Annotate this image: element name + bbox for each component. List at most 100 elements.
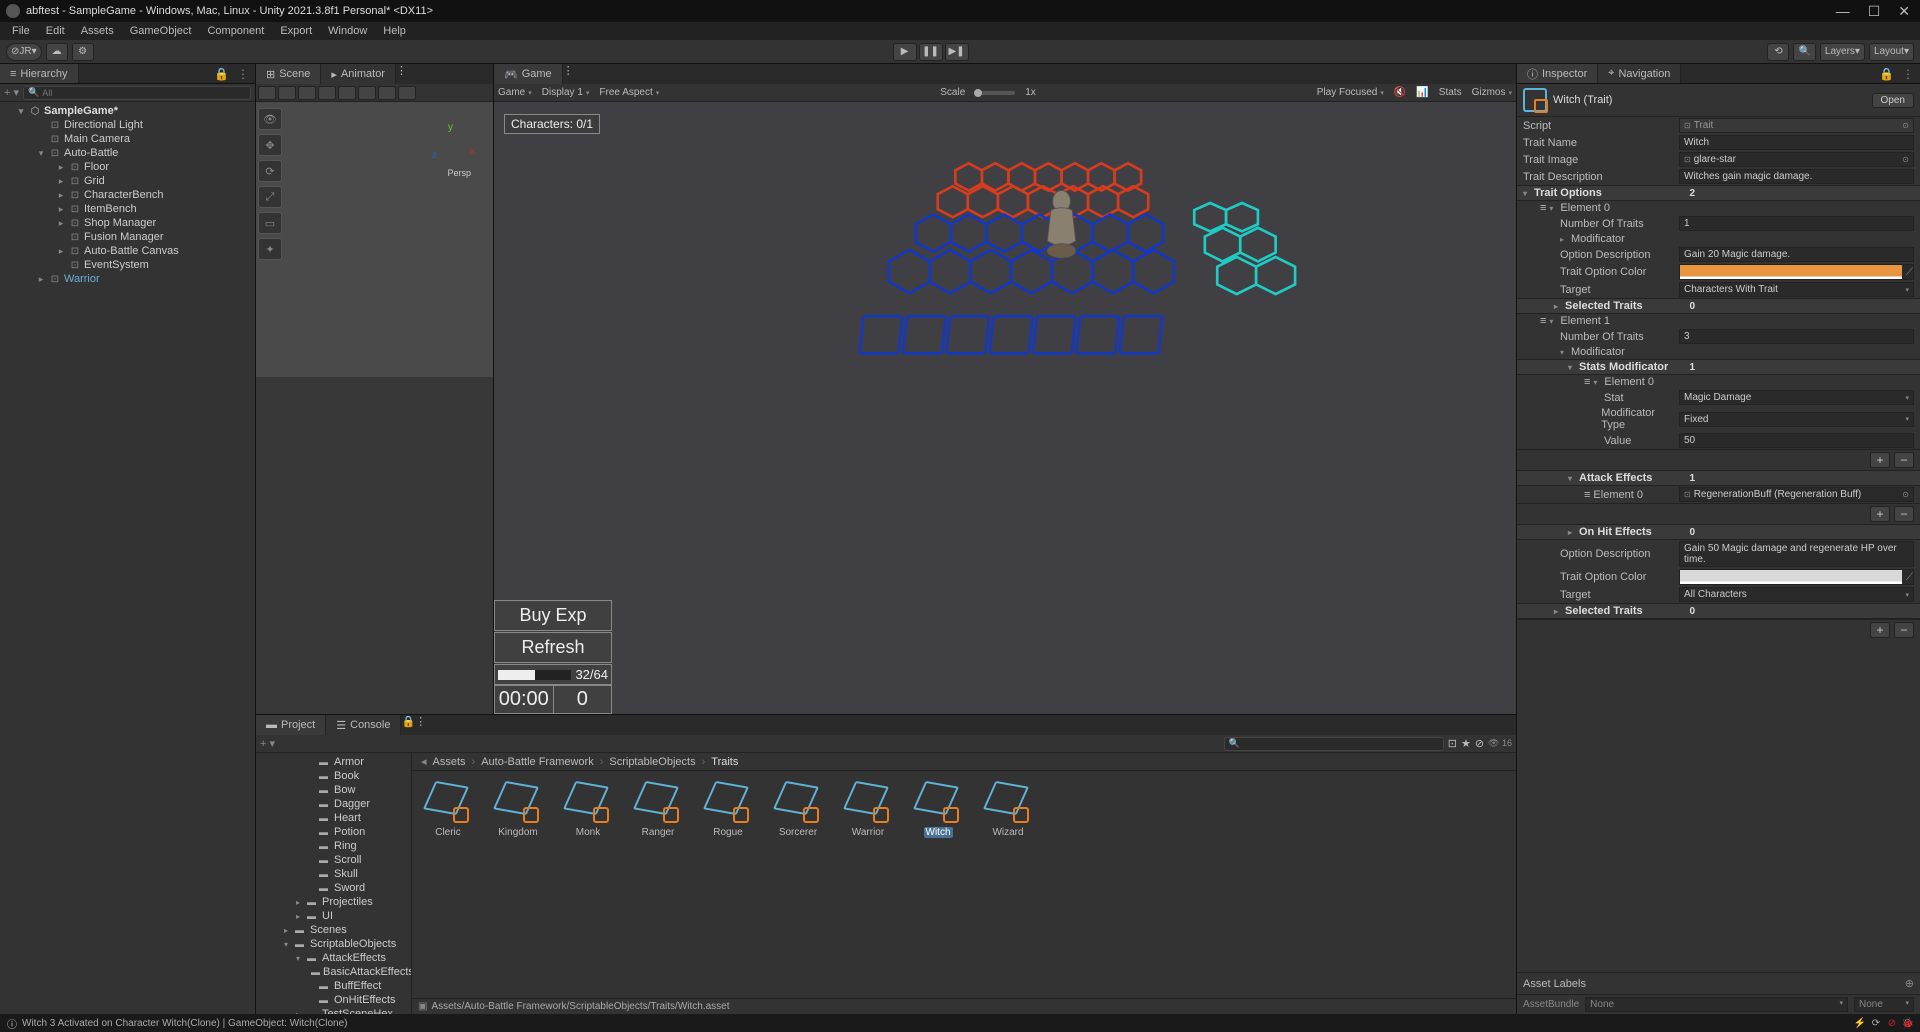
- inspector-menu-icon[interactable]: ⋮: [1902, 67, 1914, 81]
- settings-button[interactable]: ⚙: [72, 43, 94, 61]
- layers-dropdown[interactable]: Layers ▾: [1820, 43, 1865, 61]
- project-create-button[interactable]: + ▾: [260, 737, 275, 750]
- gizmo-button[interactable]: [378, 86, 396, 100]
- hierarchy-menu-icon[interactable]: ⋮: [237, 67, 249, 81]
- breadcrumb-back-icon[interactable]: ◂: [418, 755, 430, 768]
- asset-item[interactable]: Sorcerer: [772, 781, 824, 838]
- hierarchy-lock-icon[interactable]: 🔒: [214, 67, 229, 81]
- 2d-button[interactable]: [298, 86, 316, 100]
- stat-dropdown[interactable]: Magic Damage: [1679, 390, 1914, 405]
- asset-item[interactable]: Witch: [912, 781, 964, 838]
- scene-view[interactable]: 👁 ✥ ⟳ ⤢ ▭ ✦ y x z Persp: [256, 102, 493, 714]
- menu-assets[interactable]: Assets: [73, 25, 122, 37]
- gizmos-dropdown[interactable]: Gizmos: [1472, 87, 1512, 98]
- shading-button[interactable]: [278, 86, 296, 100]
- rect-tool-icon[interactable]: ▭: [258, 212, 282, 234]
- menu-edit[interactable]: Edit: [38, 25, 73, 37]
- project-filter-icon[interactable]: ⊡: [1448, 737, 1457, 750]
- scene-menu-icon[interactable]: ⋮: [396, 65, 407, 77]
- hierarchy-item[interactable]: ▸⊡Warrior: [0, 272, 255, 286]
- project-folder[interactable]: ▬BuffEffect: [256, 979, 411, 993]
- hierarchy-item[interactable]: ▾⬡SampleGame*: [0, 104, 255, 118]
- audio-button[interactable]: [338, 86, 356, 100]
- asset-item[interactable]: Ranger: [632, 781, 684, 838]
- project-folder[interactable]: ▬Heart: [256, 811, 411, 825]
- game-menu-icon[interactable]: ⋮: [563, 65, 574, 77]
- maximize-icon[interactable]: ☐: [1868, 3, 1881, 20]
- el1-num-traits[interactable]: 3: [1679, 329, 1914, 344]
- console-tab[interactable]: ☰ Console: [326, 715, 401, 735]
- assetbundle-name-dropdown[interactable]: None: [1585, 997, 1848, 1012]
- status-refresh-icon[interactable]: ⟳: [1870, 1017, 1882, 1029]
- project-folder[interactable]: ▸▬Projectiles: [256, 895, 411, 909]
- menu-file[interactable]: File: [4, 25, 38, 37]
- scene-tab[interactable]: ⊞ Scene: [256, 64, 321, 84]
- step-button[interactable]: ▶❚: [945, 43, 969, 61]
- animator-tab[interactable]: ▸ Animator: [321, 64, 396, 84]
- project-breadcrumb[interactable]: ◂ Assets› Auto-Battle Framework› Scripta…: [412, 753, 1516, 771]
- project-menu-icon[interactable]: ⋮: [415, 716, 426, 728]
- close-icon[interactable]: ✕: [1898, 3, 1910, 20]
- stats-label[interactable]: Stats: [1439, 87, 1462, 98]
- trait-image-field[interactable]: glare-star: [1679, 152, 1914, 167]
- project-folder[interactable]: ▬Ring: [256, 839, 411, 853]
- hierarchy-item[interactable]: ▸⊡Auto-Battle Canvas: [0, 244, 255, 258]
- hierarchy-item[interactable]: ▸⊡CharacterBench: [0, 188, 255, 202]
- project-asset-grid[interactable]: Cleric Kingdom Monk Ranger Rogue Sorcerer Warr…: [412, 771, 1516, 998]
- game-view[interactable]: Characters: 0/1: [494, 102, 1516, 714]
- project-folder[interactable]: ▾▬AttackEffects: [256, 951, 411, 965]
- trait-description-field[interactable]: Witches gain magic damage.: [1679, 169, 1914, 184]
- asset-labels-tag-icon[interactable]: ⊕: [1905, 977, 1914, 990]
- modificator-type-dropdown[interactable]: Fixed: [1679, 412, 1914, 427]
- asset-item[interactable]: Rogue: [702, 781, 754, 838]
- move-tool-icon[interactable]: ✥: [258, 134, 282, 156]
- navigation-tab[interactable]: ⌖ Navigation: [1598, 64, 1681, 83]
- project-folder[interactable]: ▬Bow: [256, 783, 411, 797]
- attack-effect-field[interactable]: RegenerationBuff (Regeneration Buff): [1679, 487, 1914, 502]
- el1-color-field[interactable]: [1679, 569, 1914, 585]
- project-tab[interactable]: ▬ Project: [256, 715, 326, 735]
- fx-button[interactable]: [358, 86, 376, 100]
- el1-option-description[interactable]: Gain 50 Magic damage and regenerate HP o…: [1679, 541, 1914, 567]
- scale-slider[interactable]: [975, 91, 1015, 95]
- menu-gameobject[interactable]: GameObject: [122, 25, 200, 37]
- stats-remove-button[interactable]: −: [1894, 452, 1914, 468]
- hierarchy-item[interactable]: ⊡Directional Light: [0, 118, 255, 132]
- project-folder[interactable]: ▸▬TestSceneHex: [256, 1007, 411, 1014]
- minimize-icon[interactable]: —: [1836, 3, 1850, 20]
- project-lock-icon[interactable]: 🔒: [401, 716, 415, 728]
- project-folder[interactable]: ▬OnHitEffects: [256, 993, 411, 1007]
- asset-item[interactable]: Monk: [562, 781, 614, 838]
- hierarchy-item[interactable]: ⊡EventSystem: [0, 258, 255, 272]
- camera-button[interactable]: [398, 86, 416, 100]
- project-folder[interactable]: ▬Scroll: [256, 853, 411, 867]
- game-tab[interactable]: 🎮 Game: [494, 64, 563, 84]
- asset-item[interactable]: Warrior: [842, 781, 894, 838]
- hierarchy-item[interactable]: ▾⊡Auto-Battle: [0, 146, 255, 160]
- hierarchy-item[interactable]: ▸⊡Shop Manager: [0, 216, 255, 230]
- project-folder[interactable]: ▸▬Scenes: [256, 923, 411, 937]
- layout-dropdown[interactable]: Layout ▾: [1869, 43, 1914, 61]
- project-folder[interactable]: ▬Potion: [256, 825, 411, 839]
- attackfx-remove-button[interactable]: −: [1894, 506, 1914, 522]
- view-tool-icon[interactable]: 👁: [258, 108, 282, 130]
- project-search[interactable]: 🔍: [1224, 737, 1444, 751]
- hierarchy-item[interactable]: ▸⊡Floor: [0, 160, 255, 174]
- status-warn-icon[interactable]: ⚡: [1854, 1017, 1866, 1029]
- display-dropdown[interactable]: Display 1: [542, 87, 590, 98]
- rotate-tool-icon[interactable]: ⟳: [258, 160, 282, 182]
- project-folder[interactable]: ▬Skull: [256, 867, 411, 881]
- project-folder[interactable]: ▬Book: [256, 769, 411, 783]
- transform-tool-icon[interactable]: ✦: [258, 238, 282, 260]
- menu-component[interactable]: Component: [199, 25, 272, 37]
- el1-target-dropdown[interactable]: All Characters: [1679, 587, 1914, 602]
- options-remove-button[interactable]: −: [1894, 622, 1914, 638]
- stats-add-button[interactable]: +: [1870, 452, 1890, 468]
- hierarchy-tree[interactable]: ▾⬡SampleGame*⊡Directional Light⊡Main Cam…: [0, 102, 255, 1014]
- menu-help[interactable]: Help: [375, 25, 414, 37]
- scene-gizmo[interactable]: y x z: [425, 122, 475, 172]
- hierarchy-item[interactable]: ▸⊡ItemBench: [0, 202, 255, 216]
- asset-item[interactable]: Cleric: [422, 781, 474, 838]
- asset-item[interactable]: Kingdom: [492, 781, 544, 838]
- el0-color-field[interactable]: [1679, 264, 1914, 280]
